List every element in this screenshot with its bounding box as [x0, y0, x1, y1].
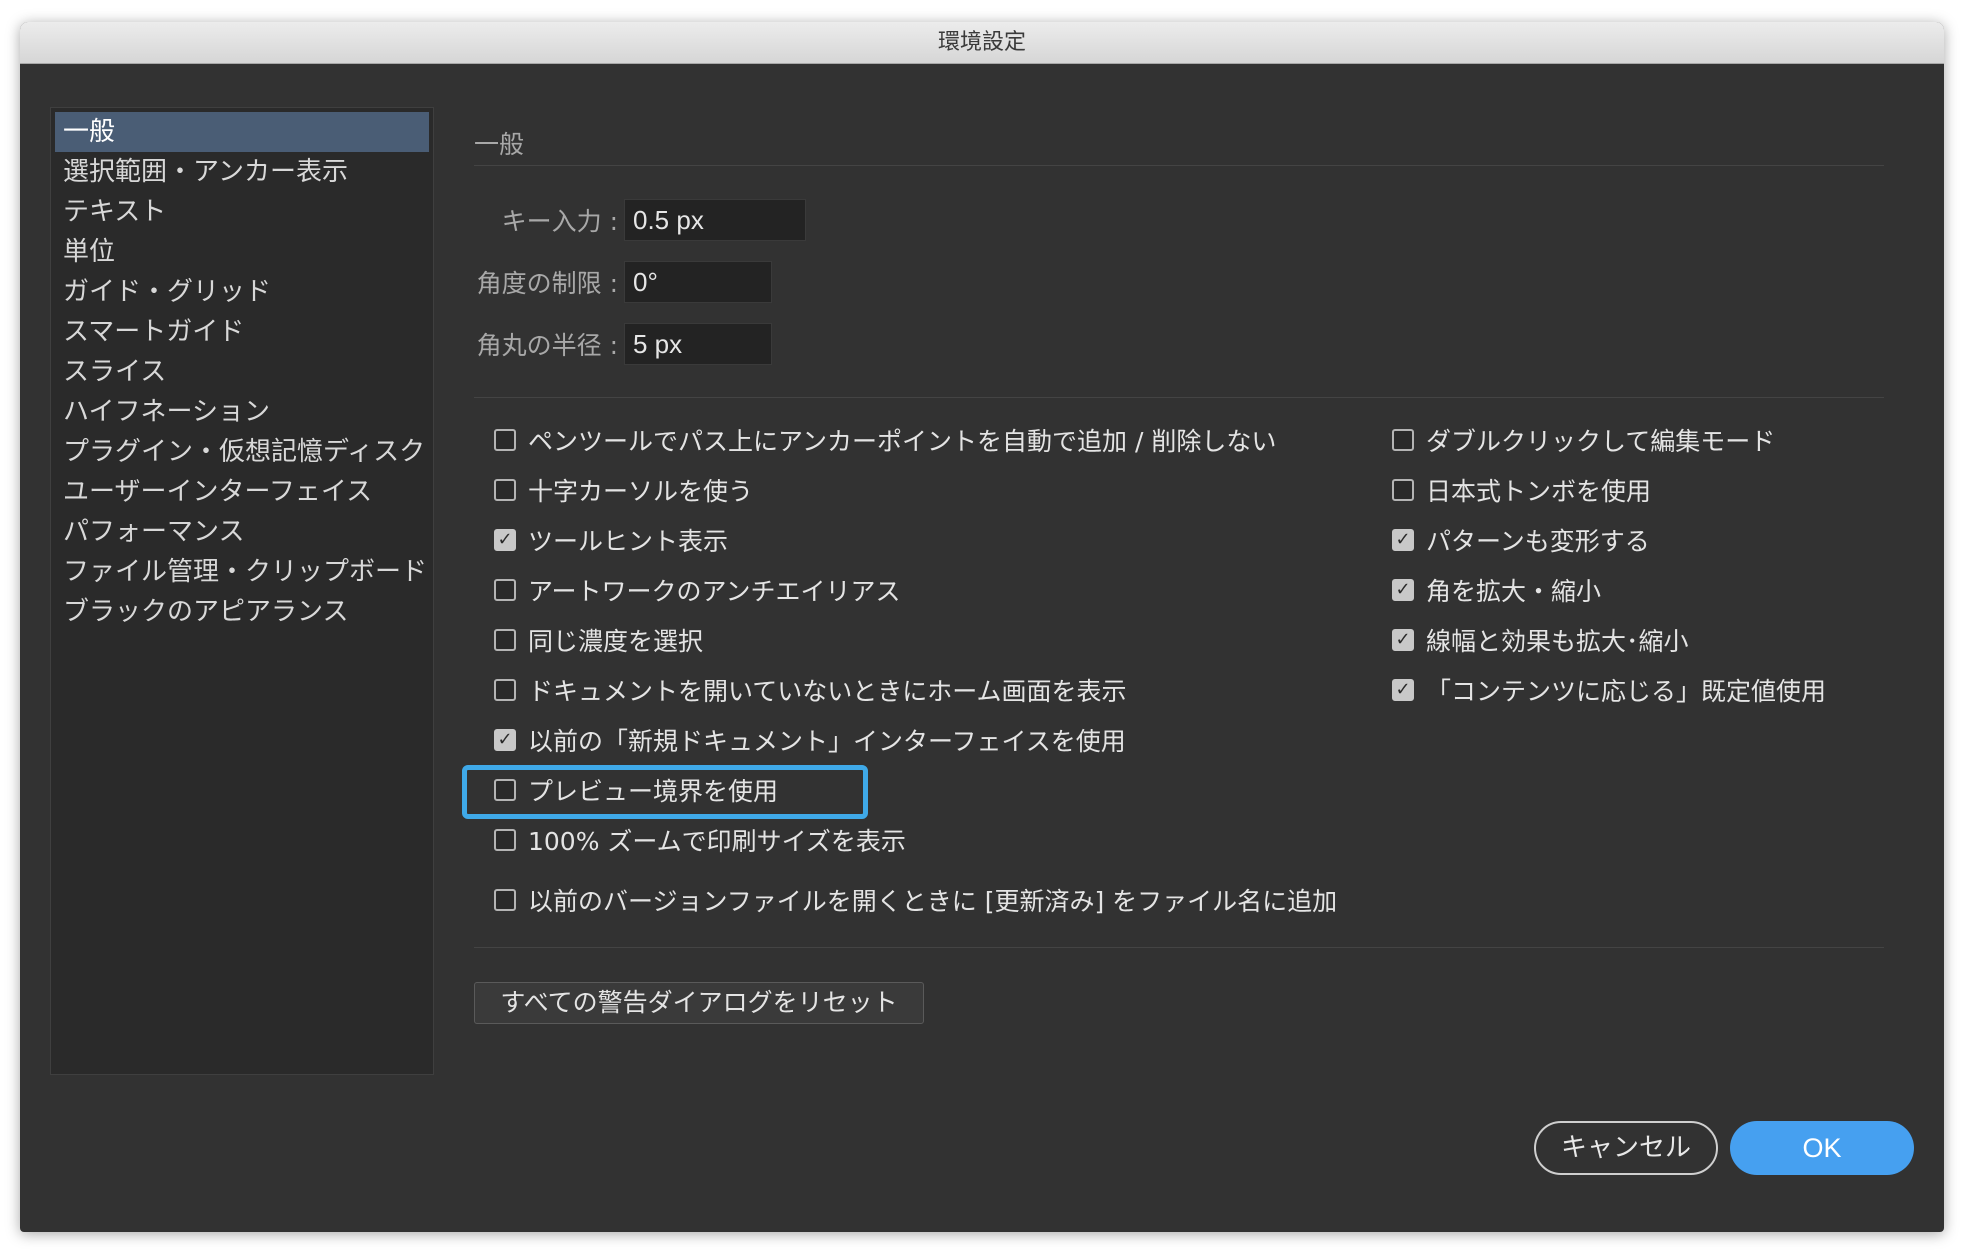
section-title: 一般 [474, 130, 525, 159]
option-label: ダブルクリックして編集モード [1426, 427, 1776, 456]
option-label: 100% ズームで印刷サイズを表示 [528, 827, 906, 856]
corner-radius-field[interactable]: 5 px [624, 323, 772, 365]
sidebar-item-slices[interactable]: スライス [51, 352, 433, 392]
checkbox[interactable] [494, 479, 516, 501]
key-input-field[interactable]: 0.5 px [624, 199, 806, 241]
checkbox-checked[interactable]: ✓ [1392, 579, 1414, 601]
option-label: 線幅と効果も拡大･縮小 [1426, 627, 1689, 656]
option-label: ドキュメントを開いていないときにホーム画面を表示 [528, 677, 1127, 706]
option-label: 十字カーソルを使う [528, 477, 754, 506]
category-sidebar: 一般 選択範囲・アンカー表示 テキスト 単位 ガイド・グリッド スマートガイド … [50, 107, 434, 1075]
ok-button[interactable]: OK [1730, 1121, 1914, 1175]
checkbox[interactable] [494, 829, 516, 851]
corner-radius-row: 角丸の半径 : 5 px [474, 323, 772, 365]
sidebar-item-general[interactable]: 一般 [55, 112, 429, 152]
option-label: ペンツールでパス上にアンカーポイントを自動で追加 / 削除しない [528, 427, 1277, 456]
divider [474, 165, 1884, 166]
checkbox-checked[interactable]: ✓ [1392, 529, 1414, 551]
option-transform-pattern-tiles[interactable]: ✓ パターンも変形する [1392, 520, 1650, 560]
corner-radius-label: 角丸の半径 : [476, 331, 618, 360]
option-label: 以前のバージョンファイルを開くときに [更新済み] をファイル名に追加 [528, 887, 1338, 916]
sidebar-item-selection-anchor-display[interactable]: 選択範囲・アンカー表示 [51, 152, 433, 192]
divider [474, 947, 1884, 948]
checkbox-checked[interactable]: ✓ [494, 529, 516, 551]
option-use-preview-bounds[interactable]: プレビュー境界を使用 [494, 770, 778, 810]
reset-warning-dialogs-button[interactable]: すべての警告ダイアログをリセット [474, 982, 924, 1024]
preferences-dialog: 環境設定 一般 選択範囲・アンカー表示 テキスト 単位 ガイド・グリッド スマー… [20, 22, 1944, 1232]
sidebar-item-user-interface[interactable]: ユーザーインターフェイス [51, 472, 433, 512]
option-label: 「コンテンツに応じる」既定値使用 [1426, 677, 1827, 706]
checkbox[interactable] [494, 579, 516, 601]
checkbox[interactable] [494, 779, 516, 801]
checkbox[interactable] [1392, 479, 1414, 501]
option-content-aware-defaults[interactable]: ✓ 「コンテンツに応じる」既定値使用 [1392, 670, 1826, 710]
option-label: ツールヒント表示 [528, 527, 729, 556]
cancel-button[interactable]: キャンセル [1534, 1121, 1718, 1175]
window-title: 環境設定 [20, 22, 1944, 64]
option-label: 以前の「新規ドキュメント」インターフェイスを使用 [528, 727, 1126, 756]
option-anti-aliased-artwork[interactable]: アートワークのアンチエイリアス [494, 570, 901, 610]
checkbox-checked[interactable]: ✓ [1392, 679, 1414, 701]
option-label: プレビュー境界を使用 [528, 777, 779, 806]
angle-constraint-field[interactable]: 0° [624, 261, 772, 303]
option-print-size-at-100-zoom[interactable]: 100% ズームで印刷サイズを表示 [494, 820, 906, 860]
checkbox[interactable] [1392, 429, 1414, 451]
option-label: パターンも変形する [1426, 527, 1650, 556]
sidebar-item-type[interactable]: テキスト [51, 192, 433, 232]
checkbox[interactable] [494, 429, 516, 451]
option-scale-corners[interactable]: ✓ 角を拡大・縮小 [1392, 570, 1601, 610]
sidebar-item-hyphenation[interactable]: ハイフネーション [51, 392, 433, 432]
key-input-label: キー入力 : [501, 207, 618, 236]
sidebar-item-units[interactable]: 単位 [51, 232, 433, 272]
sidebar-item-guides-grid[interactable]: ガイド・グリッド [51, 272, 433, 312]
option-japanese-crop-marks[interactable]: 日本式トンボを使用 [1392, 470, 1651, 510]
option-show-tool-tips[interactable]: ✓ ツールヒント表示 [494, 520, 728, 560]
option-label: 同じ濃度を選択 [528, 627, 704, 656]
checkbox-checked[interactable]: ✓ [494, 729, 516, 751]
option-legacy-new-document[interactable]: ✓ 以前の「新規ドキュメント」インターフェイスを使用 [494, 720, 1126, 760]
checkbox-checked[interactable]: ✓ [1392, 629, 1414, 651]
sidebar-item-plugins-scratch-disks[interactable]: プラグイン・仮想記憶ディスク [51, 432, 433, 472]
option-label: 角を拡大・縮小 [1426, 577, 1602, 606]
key-input-row: キー入力 : 0.5 px [474, 199, 806, 241]
option-show-home-screen[interactable]: ドキュメントを開いていないときにホーム画面を表示 [494, 670, 1127, 710]
option-scale-strokes-effects[interactable]: ✓ 線幅と効果も拡大･縮小 [1392, 620, 1689, 660]
checkbox[interactable] [494, 629, 516, 651]
general-panel: 一般 キー入力 : 0.5 px 角度の制限 : 0° 角丸の半径 : 5 px… [462, 107, 1904, 1024]
angle-constraint-row: 角度の制限 : 0° [474, 261, 772, 303]
sidebar-item-file-handling-clipboard[interactable]: ファイル管理・クリップボード [51, 552, 433, 592]
option-append-converted[interactable]: 以前のバージョンファイルを開くときに [更新済み] をファイル名に追加 [494, 880, 1337, 920]
option-select-same-tint[interactable]: 同じ濃度を選択 [494, 620, 703, 660]
divider [474, 397, 1884, 398]
option-label: アートワークのアンチエイリアス [528, 577, 901, 606]
option-label: 日本式トンボを使用 [1426, 477, 1652, 506]
angle-constraint-label: 角度の制限 : [476, 269, 618, 298]
option-pen-tool-auto-add-delete[interactable]: ペンツールでパス上にアンカーポイントを自動で追加 / 削除しない [494, 420, 1276, 460]
sidebar-item-appearance-of-black[interactable]: ブラックのアピアランス [51, 592, 433, 632]
sidebar-item-smart-guides[interactable]: スマートガイド [51, 312, 433, 352]
option-double-click-isolate[interactable]: ダブルクリックして編集モード [1392, 420, 1775, 460]
checkbox[interactable] [494, 889, 516, 911]
option-precise-cursors[interactable]: 十字カーソルを使う [494, 470, 753, 510]
checkbox[interactable] [494, 679, 516, 701]
sidebar-item-performance[interactable]: パフォーマンス [51, 512, 433, 552]
